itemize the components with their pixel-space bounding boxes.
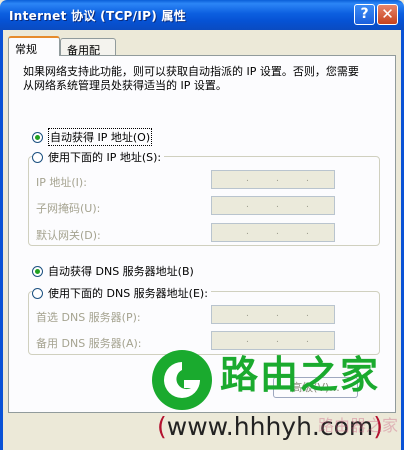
auto-dns-label: 自动获得 DNS 服务器地址(B)	[48, 265, 194, 278]
manual-ip-radio[interactable]	[32, 151, 43, 163]
auto-dns-option[interactable]: 自动获得 DNS 服务器地址(B)	[32, 263, 194, 279]
subnet-mask-field[interactable]: ...	[211, 196, 335, 215]
preferred-dns-field[interactable]: ...	[211, 305, 335, 324]
ip-address-field[interactable]: ...	[211, 170, 335, 189]
close-button[interactable]: ✕	[377, 4, 398, 25]
help-button[interactable]: ?	[354, 4, 375, 25]
auto-ip-label: 自动获得 IP 地址(O)	[48, 128, 153, 146]
watermark-url-open: (	[157, 412, 167, 441]
manual-ip-label: 使用下面的 IP 地址(S):	[48, 151, 162, 164]
manual-dns-radio[interactable]	[32, 287, 43, 299]
window-title: Internet 协议 (TCP/IP) 属性	[9, 9, 187, 23]
description-text: 如果网络支持此功能，则可以获取自动指派的 IP 设置。否则，您需要从网络系统管理…	[23, 65, 359, 92]
default-gateway-field[interactable]: ...	[211, 223, 335, 242]
subnet-mask-label: 子网掩码(U):	[36, 202, 101, 215]
watermark-brand: 路由之家	[220, 353, 381, 397]
alternate-dns-field[interactable]: ...	[211, 331, 335, 350]
watermark-faint-text: 路由器之家	[318, 416, 399, 435]
auto-ip-radio[interactable]	[32, 131, 43, 143]
preferred-dns-label: 首选 DNS 服务器(P):	[36, 311, 141, 324]
default-gateway-label: 默认网关(D):	[36, 229, 101, 242]
manual-dns-option[interactable]: 使用下面的 DNS 服务器地址(E):	[32, 285, 211, 301]
manual-dns-label: 使用下面的 DNS 服务器地址(E):	[48, 287, 208, 300]
auto-ip-option[interactable]: 自动获得 IP 地址(O)	[32, 128, 153, 146]
watermark-logo-icon	[152, 350, 212, 410]
alternate-dns-label: 备用 DNS 服务器(A):	[36, 337, 142, 350]
ip-address-label: IP 地址(I):	[36, 176, 87, 189]
manual-ip-option[interactable]: 使用下面的 IP 地址(S):	[32, 149, 165, 165]
auto-dns-radio[interactable]	[32, 265, 43, 277]
title-bar: Internet 协议 (TCP/IP) 属性 ? ✕	[0, 0, 404, 30]
tab-general[interactable]: 常规	[8, 36, 60, 56]
